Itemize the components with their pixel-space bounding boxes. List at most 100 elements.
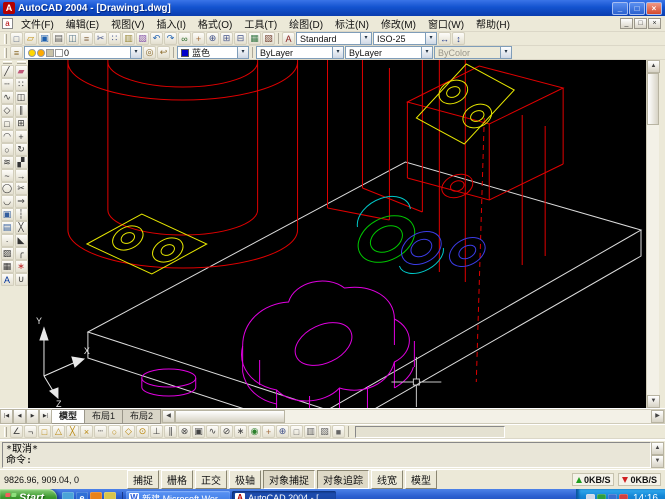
- snap-tangent-icon[interactable]: ⊙: [136, 425, 149, 438]
- linetype-combo[interactable]: ByLayer: [256, 46, 344, 59]
- stretch-tool-icon[interactable]: →: [15, 169, 28, 182]
- break-point-tool-icon[interactable]: ┆: [15, 208, 28, 221]
- shade-2d-wireframe-icon[interactable]: □: [290, 425, 303, 438]
- osnap-settings-icon[interactable]: ∗: [234, 425, 247, 438]
- polyline-tool-icon[interactable]: ∿: [1, 91, 14, 104]
- mirror-tool-icon[interactable]: ◫: [15, 91, 28, 104]
- menu-tools[interactable]: 工具(T): [238, 16, 283, 31]
- paste-icon[interactable]: ▥: [122, 32, 135, 45]
- menu-window[interactable]: 窗口(W): [422, 16, 470, 31]
- redo-icon[interactable]: ↷: [164, 32, 177, 45]
- construction-line-tool-icon[interactable]: ┄: [1, 78, 14, 91]
- fillet-tool-icon[interactable]: ╭: [15, 247, 28, 260]
- layer-combo[interactable]: 0: [24, 46, 142, 59]
- menu-help[interactable]: 帮助(H): [470, 16, 516, 31]
- explode-tool-icon[interactable]: ∗: [15, 260, 28, 273]
- publish-icon[interactable]: ≡: [80, 32, 93, 45]
- menu-edit[interactable]: 编辑(E): [60, 16, 105, 31]
- make-object-layer-icon[interactable]: ◎: [143, 46, 156, 59]
- restore-button[interactable]: [629, 2, 645, 15]
- scrollbar-track[interactable]: [285, 410, 651, 423]
- toolbar-grip[interactable]: [4, 34, 7, 44]
- designcenter-icon[interactable]: ▧: [262, 32, 275, 45]
- scroll-right-icon[interactable]: [651, 410, 664, 423]
- tray-network-icon[interactable]: [608, 494, 617, 499]
- plot-preview-icon[interactable]: ◫: [66, 32, 79, 45]
- text-style-combo[interactable]: Standard: [296, 32, 372, 45]
- layer-freeze-icon[interactable]: [37, 49, 45, 57]
- chevron-down-icon[interactable]: [130, 47, 141, 58]
- snap-quadrant-icon[interactable]: ◇: [122, 425, 135, 438]
- polygon-tool-icon[interactable]: ◇: [1, 104, 14, 117]
- snap-midpoint-icon[interactable]: △: [52, 425, 65, 438]
- make-block-tool-icon[interactable]: ▤: [1, 221, 14, 234]
- scroll-up-icon[interactable]: [651, 442, 664, 455]
- tray-volume-icon[interactable]: [586, 494, 595, 499]
- menu-view[interactable]: 视图(V): [105, 16, 150, 31]
- dim-style-icon[interactable]: ↕: [452, 32, 465, 45]
- ellipse-arc-tool-icon[interactable]: ◡: [1, 195, 14, 208]
- menu-format[interactable]: 格式(O): [192, 16, 238, 31]
- pan-realtime-icon[interactable]: +: [262, 425, 275, 438]
- print-icon[interactable]: ▤: [52, 32, 65, 45]
- new-icon[interactable]: □: [10, 32, 23, 45]
- toggle-otrack[interactable]: 对象追踪: [317, 470, 369, 489]
- toggle-model[interactable]: 模型: [405, 470, 437, 489]
- tray-messenger-icon[interactable]: [619, 494, 628, 499]
- shade-3d-wireframe-icon[interactable]: ▥: [304, 425, 317, 438]
- quicklaunch-media-player[interactable]: [90, 492, 102, 499]
- toolbar-grip[interactable]: [4, 427, 7, 437]
- start-button[interactable]: Start: [0, 489, 57, 499]
- copy-icon[interactable]: ∷: [108, 32, 121, 45]
- toolbar-grip[interactable]: [17, 61, 26, 64]
- snap-intersection-icon[interactable]: ╳: [66, 425, 79, 438]
- command-window[interactable]: *取消* 命令:: [0, 439, 665, 469]
- spline-tool-icon[interactable]: ~: [1, 169, 14, 182]
- snap-center-icon[interactable]: ○: [108, 425, 121, 438]
- tab-next-button[interactable]: [26, 409, 39, 424]
- snap-apparent-intersection-icon[interactable]: ×: [80, 425, 93, 438]
- properties-icon[interactable]: ▦: [248, 32, 261, 45]
- minimize-button[interactable]: [612, 2, 628, 15]
- quicklaunch-outlook[interactable]: [104, 492, 116, 499]
- hyperlink-icon[interactable]: ∞: [178, 32, 191, 45]
- match-properties-icon[interactable]: ▨: [136, 32, 149, 45]
- layer-previous-icon[interactable]: ↩: [157, 46, 170, 59]
- zoom-previous-icon[interactable]: ⊟: [234, 32, 247, 45]
- close-button[interactable]: [646, 2, 662, 15]
- temporary-track-point-icon[interactable]: ∠: [10, 425, 23, 438]
- chamfer-tool-icon[interactable]: ◣: [15, 234, 28, 247]
- toolbar-grip[interactable]: [4, 48, 7, 58]
- task-word[interactable]: W 新建 Microsoft Word ...: [126, 491, 230, 499]
- command-prompt[interactable]: 命令:: [6, 455, 647, 466]
- color-combo[interactable]: 蓝色: [177, 46, 249, 59]
- menu-dimension[interactable]: 标注(N): [329, 16, 375, 31]
- region-tool-icon[interactable]: ▦: [1, 260, 14, 273]
- horizontal-scrollbar[interactable]: [161, 409, 665, 424]
- tab-previous-button[interactable]: [13, 409, 26, 424]
- chevron-down-icon[interactable]: [237, 47, 248, 58]
- join-tool-icon[interactable]: ∪: [15, 273, 28, 286]
- arc-tool-icon[interactable]: ◠: [1, 130, 14, 143]
- task-autocad[interactable]: A AutoCAD 2004 - [Dra...: [232, 491, 336, 499]
- rectangle-tool-icon[interactable]: □: [1, 117, 14, 130]
- open-icon[interactable]: ▱: [24, 32, 37, 45]
- cut-icon[interactable]: ✂: [94, 32, 107, 45]
- command-text-area[interactable]: *取消* 命令:: [2, 442, 651, 468]
- dim-style-combo[interactable]: ISO-25: [373, 32, 437, 45]
- snap-none-icon[interactable]: ⊘: [220, 425, 233, 438]
- menu-insert[interactable]: 插入(I): [150, 16, 191, 31]
- save-icon[interactable]: ▣: [38, 32, 51, 45]
- vertical-scrollbar[interactable]: [646, 60, 659, 408]
- drawing-canvas[interactable]: Y X Z: [28, 60, 646, 408]
- toggle-snap[interactable]: 捕捉: [127, 470, 159, 489]
- hatch-tool-icon[interactable]: ▨: [1, 247, 14, 260]
- lineweight-combo[interactable]: ByLayer: [345, 46, 433, 59]
- horizontal-scrollbar-thumb[interactable]: [175, 410, 285, 423]
- toggle-grid[interactable]: 栅格: [161, 470, 193, 489]
- chevron-down-icon[interactable]: [360, 33, 371, 44]
- snap-extension-icon[interactable]: ┄: [94, 425, 107, 438]
- circle-tool-icon[interactable]: ○: [1, 143, 14, 156]
- text-style-icon[interactable]: A: [282, 32, 295, 45]
- tab-layout1[interactable]: 布局1: [85, 409, 123, 424]
